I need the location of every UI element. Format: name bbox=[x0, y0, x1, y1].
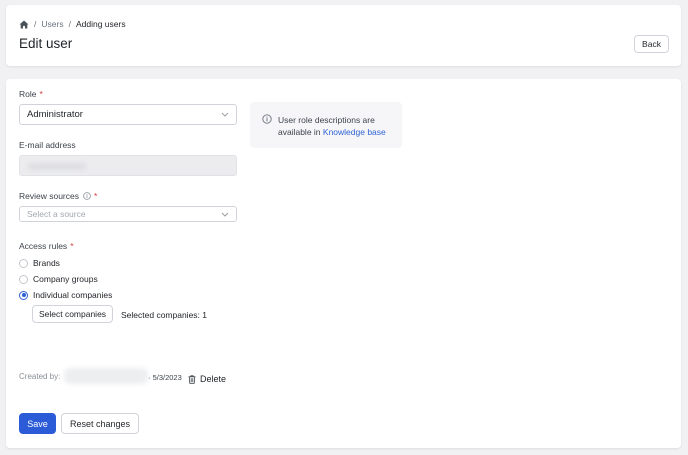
page-title: Edit user bbox=[19, 36, 73, 51]
breadcrumb-users-link[interactable]: Users bbox=[41, 19, 63, 29]
chevron-down-icon bbox=[221, 112, 229, 117]
delete-button[interactable]: Delete bbox=[188, 374, 226, 384]
sources-placeholder: Select a source bbox=[27, 209, 86, 219]
edit-user-form: Role * Administrator E-mail address Revi… bbox=[6, 79, 681, 448]
sources-select[interactable]: Select a source bbox=[19, 206, 237, 222]
trash-icon bbox=[188, 374, 196, 384]
header-card: / Users / Adding users Edit user Back bbox=[6, 5, 681, 66]
knowledge-base-link[interactable]: Knowledge base bbox=[323, 127, 386, 137]
selected-companies-count: Selected companies: 1 bbox=[121, 310, 207, 320]
radio-indicator-checked[interactable] bbox=[19, 290, 28, 300]
delete-label: Delete bbox=[200, 374, 227, 384]
radio-indicator[interactable] bbox=[19, 258, 28, 268]
sources-label-text: Review sources bbox=[19, 191, 79, 201]
select-companies-button[interactable]: Select companies bbox=[32, 305, 113, 323]
breadcrumb-separator: / bbox=[34, 19, 37, 29]
radio-label: Company groups bbox=[33, 274, 98, 284]
role-select-value: Administrator bbox=[27, 109, 83, 120]
info-icon bbox=[262, 114, 272, 126]
home-icon[interactable] bbox=[19, 20, 29, 29]
role-info-box: User role descriptions are available in … bbox=[250, 102, 402, 148]
redacted-creator bbox=[64, 368, 148, 384]
access-rules-label: Access rules * bbox=[19, 241, 74, 251]
role-label-text: Role bbox=[19, 89, 37, 99]
required-mark: * bbox=[39, 89, 43, 99]
radio-label: Individual companies bbox=[33, 290, 113, 300]
radio-individual-companies[interactable]: Individual companies bbox=[19, 290, 112, 300]
sources-label: Review sources * bbox=[19, 191, 97, 201]
redacted-email bbox=[28, 163, 86, 170]
required-mark: * bbox=[94, 191, 98, 201]
radio-label: Brands bbox=[33, 258, 60, 268]
back-button[interactable]: Back bbox=[634, 35, 669, 53]
role-label: Role * bbox=[19, 89, 43, 99]
breadcrumb-current: Adding users bbox=[75, 19, 126, 29]
email-label: E-mail address bbox=[19, 140, 76, 150]
radio-brands[interactable]: Brands bbox=[19, 258, 60, 268]
created-date: · 5/3/2023 bbox=[148, 373, 182, 382]
email-field bbox=[19, 155, 237, 176]
role-info-text: User role descriptions are available in … bbox=[278, 114, 396, 138]
breadcrumb: / Users / Adding users bbox=[19, 19, 126, 29]
radio-indicator[interactable] bbox=[19, 274, 28, 284]
info-icon[interactable] bbox=[83, 192, 91, 200]
role-select[interactable]: Administrator bbox=[19, 104, 237, 125]
breadcrumb-separator: / bbox=[68, 19, 71, 29]
created-by-label: Created by: bbox=[19, 372, 61, 381]
access-rules-label-text: Access rules bbox=[19, 241, 68, 251]
chevron-down-icon bbox=[221, 212, 229, 217]
save-button[interactable]: Save bbox=[19, 413, 56, 434]
reset-changes-button[interactable]: Reset changes bbox=[61, 413, 139, 434]
radio-company-groups[interactable]: Company groups bbox=[19, 274, 98, 284]
required-mark: * bbox=[70, 241, 74, 251]
